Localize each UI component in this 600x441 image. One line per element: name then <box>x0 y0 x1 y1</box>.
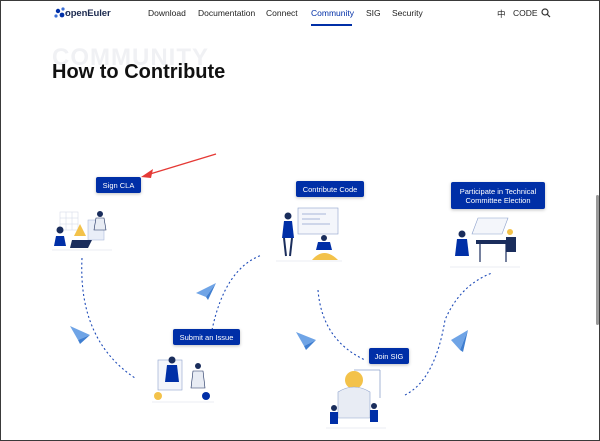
contribute-code-button[interactable]: Contribute Code <box>296 181 364 197</box>
join-sig-illustration <box>326 369 386 429</box>
submit-issue-illustration <box>152 356 214 403</box>
sign-cla-illustration <box>52 211 112 251</box>
contribute-code-illustration <box>276 207 342 262</box>
paper-plane-icon <box>296 332 316 350</box>
path-issue-code <box>211 254 263 331</box>
vertical-scrollbar[interactable] <box>596 195 599 325</box>
submit-issue-button[interactable]: Submit an Issue <box>173 329 240 345</box>
paper-plane-icon <box>451 330 468 352</box>
sign-cla-button[interactable]: Sign CLA <box>96 177 141 193</box>
path-sig-election <box>404 272 493 396</box>
paper-plane-icon <box>70 326 90 344</box>
participate-election-button[interactable]: Participate in Technical Committee Elect… <box>451 182 545 209</box>
election-illustration <box>450 217 520 268</box>
annotation-arrow-icon <box>141 153 217 178</box>
paper-plane-icon <box>196 283 216 300</box>
path-signcla-issue <box>81 257 136 379</box>
join-sig-button[interactable]: Join SIG <box>369 348 409 364</box>
path-code-sig <box>317 289 366 361</box>
